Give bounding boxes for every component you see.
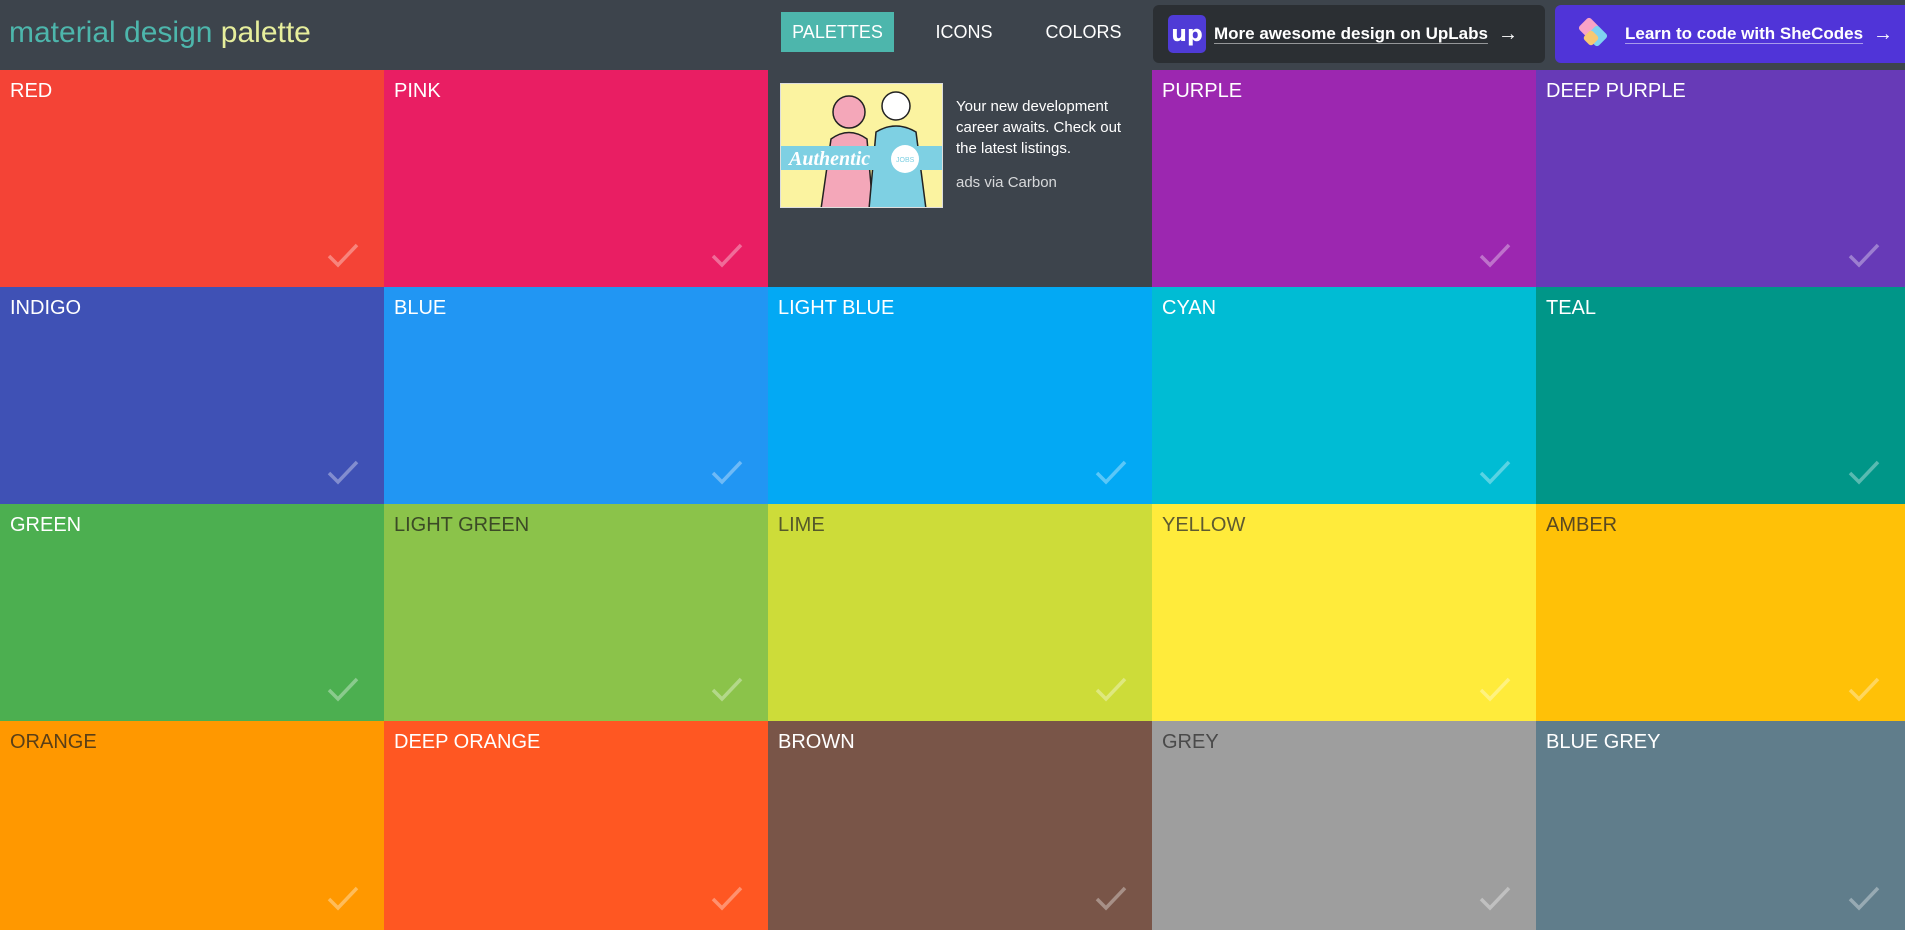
color-tile-cyan[interactable]: CYAN (1152, 287, 1536, 504)
carbon-ad[interactable]: Authentic JOBS Your new development care… (768, 70, 1152, 287)
check-icon (1095, 460, 1127, 485)
color-tile-light-blue[interactable]: LIGHT BLUE (768, 287, 1152, 504)
color-tile-purple[interactable]: PURPLE (1152, 70, 1536, 287)
ad-image[interactable]: Authentic JOBS (780, 83, 943, 208)
palette-grid: RED PINK Authentic JOBS Your new develop… (0, 70, 1905, 930)
check-icon (1095, 677, 1127, 702)
check-icon (327, 886, 359, 911)
color-tile-lime[interactable]: LIME (768, 504, 1152, 721)
nav-icons[interactable]: ICONS (918, 12, 1010, 52)
check-icon (327, 460, 359, 485)
color-tile-name: PINK (394, 80, 441, 102)
color-tile-name: LIME (778, 514, 825, 536)
check-icon (1848, 460, 1880, 485)
brand-text-primary: material design (9, 16, 213, 49)
color-tile-name: GREEN (10, 514, 82, 536)
color-tile-blue[interactable]: BLUE (384, 287, 768, 504)
check-icon (711, 886, 743, 911)
nav-palettes[interactable]: PALETTES (781, 12, 894, 52)
color-tile-green[interactable]: GREEN (0, 504, 384, 721)
shecodes-promo-button[interactable]: Learn to code with SheCodes → (1555, 5, 1905, 63)
top-bar: material design palette PALETTES ICONS C… (0, 0, 1905, 70)
color-tile-brown[interactable]: BROWN (768, 721, 1152, 930)
color-tile-name: ORANGE (10, 731, 97, 753)
check-icon (1848, 677, 1880, 702)
arrow-right-icon: → (1497, 22, 1518, 45)
check-icon (1479, 243, 1511, 268)
color-tile-name: GREY (1162, 731, 1219, 753)
color-tile-name: RED (10, 80, 53, 102)
color-tile-name: LIGHT BLUE (778, 297, 895, 319)
color-tile-light-green[interactable]: LIGHT GREEN (384, 504, 768, 721)
uplabs-logo-icon: up (1168, 15, 1206, 53)
color-tile-name: LIGHT GREEN (394, 514, 530, 536)
shecodes-logo-icon (1578, 17, 1608, 47)
color-tile-name: DEEP ORANGE (394, 731, 541, 753)
color-tile-deep-purple[interactable]: DEEP PURPLE (1536, 70, 1905, 287)
color-tile-name: BLUE GREY (1546, 731, 1661, 753)
check-icon (1848, 243, 1880, 268)
arrow-right-icon: → (1873, 22, 1894, 45)
check-icon (711, 460, 743, 485)
color-tile-name: AMBER (1546, 514, 1618, 536)
color-tile-name: BROWN (778, 731, 855, 753)
color-tile-name: TEAL (1546, 297, 1597, 319)
shecodes-promo-label: Learn to code with SheCodes (1625, 24, 1864, 43)
color-tile-blue-grey[interactable]: BLUE GREY (1536, 721, 1905, 930)
color-tile-name: YELLOW (1162, 514, 1246, 536)
color-tile-deep-orange[interactable]: DEEP ORANGE (384, 721, 768, 930)
color-tile-name: PURPLE (1162, 80, 1243, 102)
color-tile-name: DEEP PURPLE (1546, 80, 1686, 102)
color-tile-amber[interactable]: AMBER (1536, 504, 1905, 721)
color-tile-orange[interactable]: ORANGE (0, 721, 384, 930)
brand-text-secondary: palette (220, 16, 311, 49)
color-tile-grey[interactable]: GREY (1152, 721, 1536, 930)
check-icon (1479, 677, 1511, 702)
check-icon (327, 677, 359, 702)
color-tile-yellow[interactable]: YELLOW (1152, 504, 1536, 721)
check-icon (327, 243, 359, 268)
color-tile-pink[interactable]: PINK (384, 70, 768, 287)
ad-illustration-icon: Authentic JOBS (781, 84, 942, 207)
ad-attribution[interactable]: ads via Carbon (956, 173, 1057, 193)
color-tile-name: CYAN (1162, 297, 1217, 319)
check-icon (1848, 886, 1880, 911)
check-icon (711, 243, 743, 268)
site-logo[interactable]: material design palette (9, 15, 311, 51)
uplabs-promo-label: More awesome design on UpLabs (1214, 24, 1488, 43)
check-icon (1479, 886, 1511, 911)
check-icon (1095, 886, 1127, 911)
check-icon (1479, 460, 1511, 485)
color-tile-name: BLUE (394, 297, 447, 319)
color-tile-red[interactable]: RED (0, 70, 384, 287)
check-icon (711, 677, 743, 702)
color-tile-indigo[interactable]: INDIGO (0, 287, 384, 504)
color-tile-name: INDIGO (10, 297, 82, 319)
color-tile-teal[interactable]: TEAL (1536, 287, 1905, 504)
uplabs-promo-button[interactable]: up More awesome design on UpLabs → (1153, 5, 1545, 63)
svg-text:JOBS: JOBS (896, 157, 915, 164)
ad-text[interactable]: Your new development career awaits. Chec… (956, 96, 1136, 159)
nav-colors[interactable]: COLORS (1036, 12, 1131, 52)
svg-text:Authentic: Authentic (787, 148, 870, 170)
